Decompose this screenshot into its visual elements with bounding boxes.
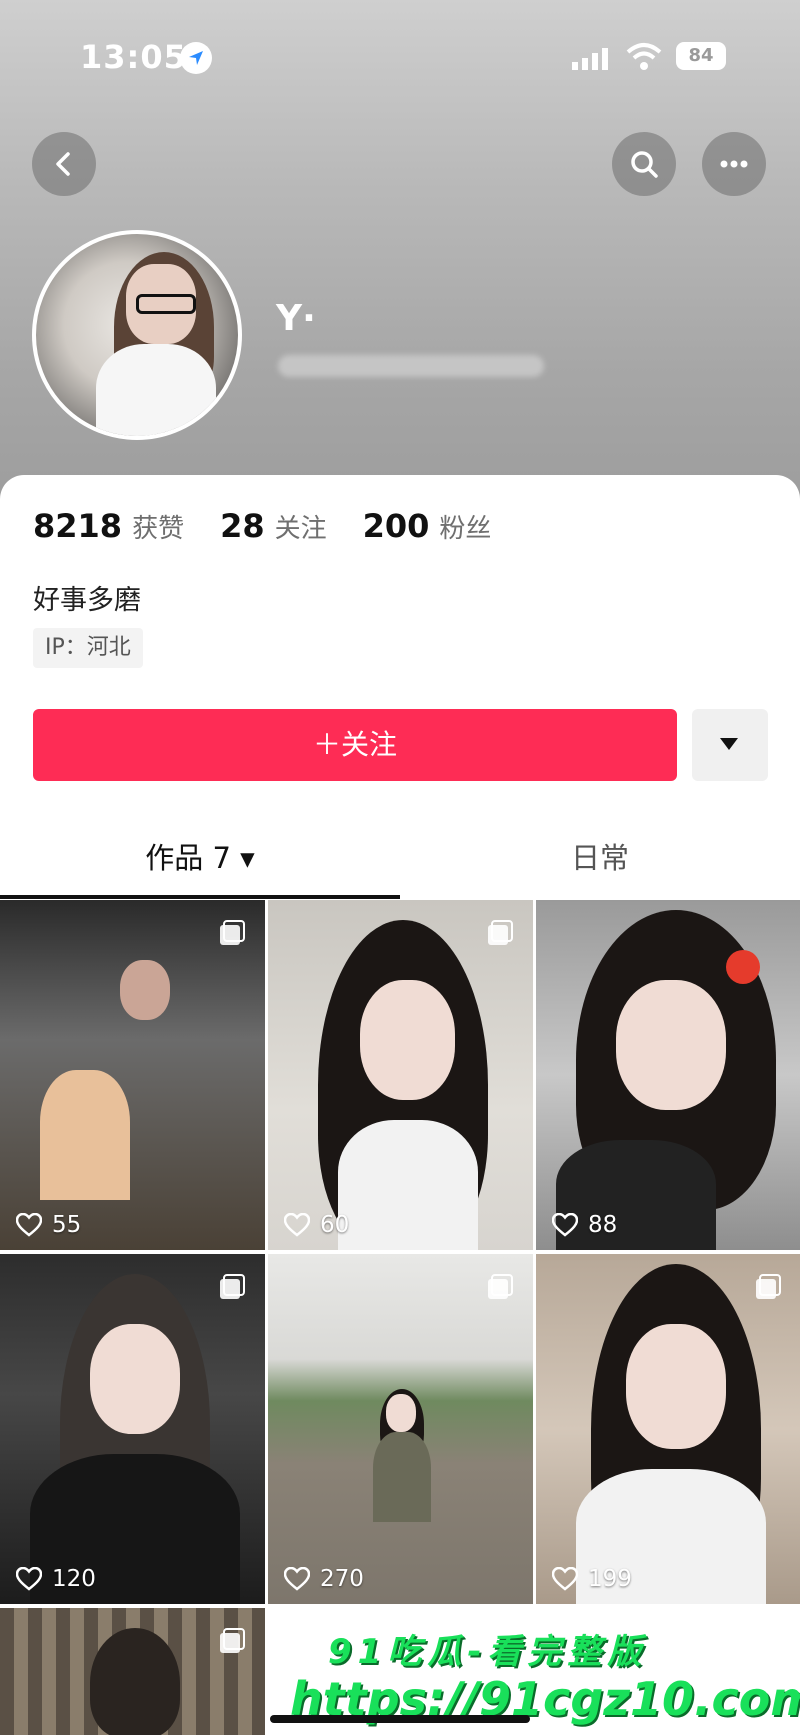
multi-image-icon: [488, 920, 513, 945]
multi-image-icon: [488, 1274, 513, 1299]
home-indicator: [270, 1715, 530, 1723]
wifi-icon: [626, 42, 662, 76]
following-count[interactable]: 28: [220, 507, 265, 545]
heart-outline-icon: [284, 1567, 310, 1591]
heart-outline-icon: [552, 1213, 578, 1237]
recommend-dropdown-button[interactable]: [692, 709, 768, 781]
post-thumbnail[interactable]: 88: [536, 900, 800, 1250]
apple-sticker: [726, 950, 760, 984]
post-likes: 270: [284, 1566, 364, 1592]
post-likes: 55: [16, 1212, 81, 1238]
post-likes: 199: [552, 1566, 632, 1592]
triangle-down-icon: [720, 738, 738, 750]
heart-outline-icon: [16, 1213, 42, 1237]
multi-image-icon: [220, 920, 245, 945]
content-tabs: 作品 7 ▾ 日常: [0, 828, 800, 899]
following-label[interactable]: 关注: [275, 508, 327, 545]
search-button[interactable]: [612, 132, 676, 196]
location-arrow-icon: [180, 42, 212, 74]
status-time: 13:05: [80, 38, 187, 76]
post-likes: 120: [16, 1566, 96, 1592]
avatar[interactable]: [32, 230, 242, 440]
post-likes: 88: [552, 1212, 617, 1238]
back-button[interactable]: [32, 132, 96, 196]
post-thumbnail[interactable]: 60: [268, 900, 533, 1250]
multi-image-icon: [756, 1274, 781, 1299]
post-thumbnail[interactable]: 270: [268, 1254, 533, 1604]
heart-outline-icon: [552, 1567, 578, 1591]
nickname: Y·: [276, 298, 316, 339]
followers-count[interactable]: 200: [363, 507, 430, 545]
tab-daily[interactable]: 日常: [400, 828, 800, 888]
bio-text: 好事多磨: [33, 585, 141, 616]
tab-works[interactable]: 作品 7 ▾: [0, 828, 400, 888]
more-dots-icon: [720, 160, 748, 168]
chevron-left-icon: [56, 152, 70, 176]
search-icon: [631, 151, 658, 178]
post-thumbnail[interactable]: [0, 1608, 265, 1735]
post-thumbnail[interactable]: 120: [0, 1254, 265, 1604]
follow-button[interactable]: ＋关注: [33, 709, 677, 781]
blurred-account-id: [278, 355, 544, 377]
post-thumbnail[interactable]: 55: [0, 900, 265, 1250]
followers-label[interactable]: 粉丝: [439, 508, 491, 545]
likes-count: 8218: [33, 507, 123, 545]
watermark-line-1: 91吃瓜-看完整版: [328, 1632, 648, 1672]
ip-location-badge: IP：河北: [33, 628, 143, 668]
heart-outline-icon: [284, 1213, 310, 1237]
battery-indicator: 84: [676, 42, 726, 70]
status-bar: 13:05 84: [0, 38, 800, 78]
post-likes: 60: [284, 1212, 349, 1238]
more-options-button[interactable]: [702, 132, 766, 196]
active-tab-indicator: [0, 895, 400, 899]
post-thumbnail[interactable]: 199: [536, 1254, 800, 1604]
multi-image-icon: [220, 1274, 245, 1299]
cellular-signal-icon: [572, 48, 612, 74]
heart-outline-icon: [16, 1567, 42, 1591]
stats-row: 8218 获赞 28 关注 200 粉丝: [33, 507, 527, 547]
likes-label: 获赞: [132, 514, 185, 544]
multi-image-icon: [220, 1628, 245, 1653]
